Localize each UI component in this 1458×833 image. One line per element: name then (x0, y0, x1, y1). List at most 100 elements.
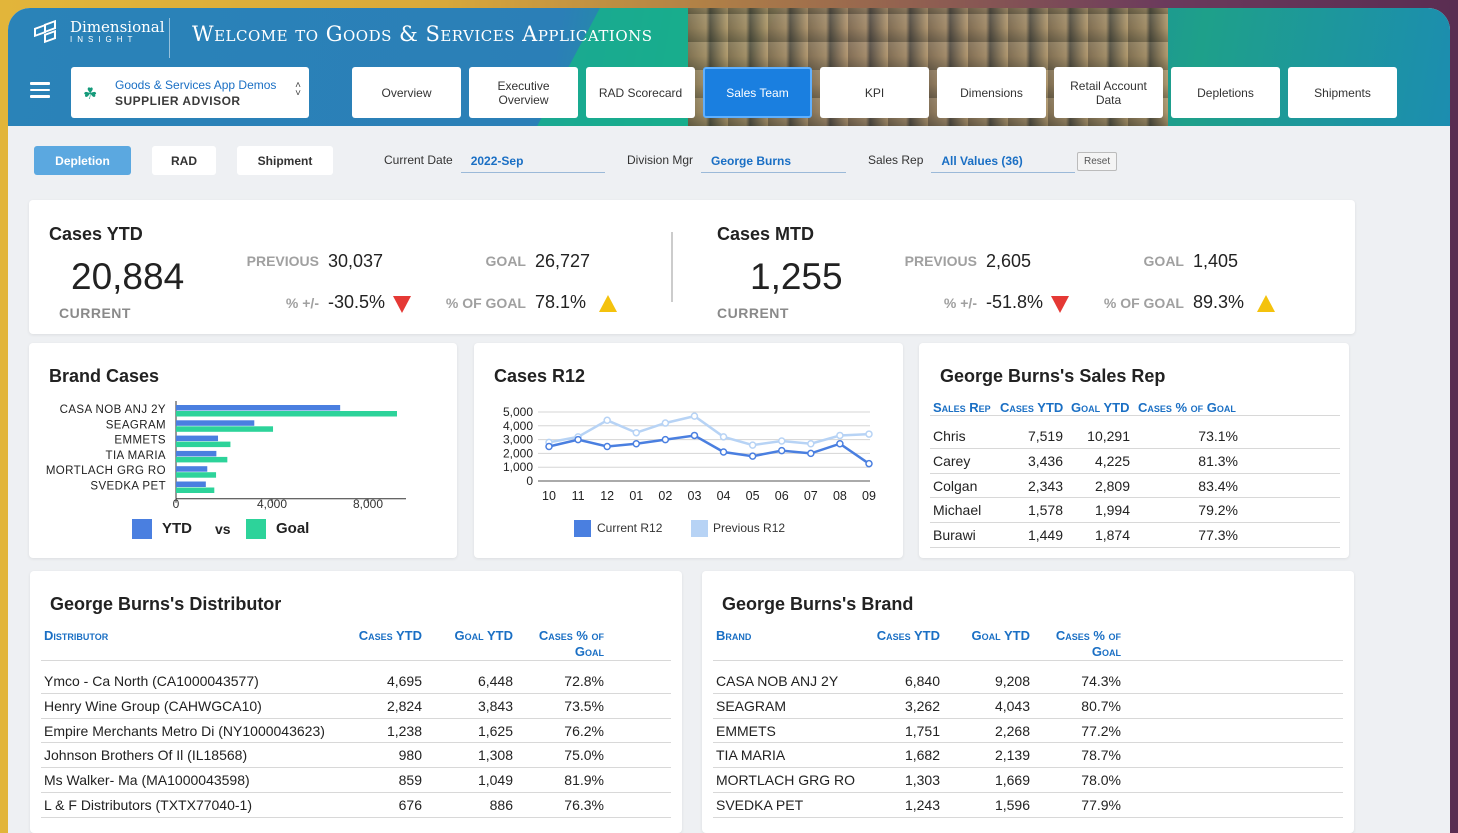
brand-row-cell: 9,208 (994, 673, 1030, 689)
row-divider (930, 472, 1340, 474)
bar-ytd (176, 420, 255, 426)
app-leaf-icon: ☘ (83, 85, 98, 103)
distributor-row-cell[interactable]: Ms Walker- Ma (MA1000043598) (44, 772, 250, 788)
bar-goal (176, 456, 228, 463)
sales-rep-row-cell[interactable]: Chris (933, 428, 966, 444)
series-point-current (748, 452, 757, 460)
x-tick-label: 11 (572, 489, 585, 503)
sales-rep-filter[interactable]: Sales Rep All Values (36) (868, 146, 1076, 174)
logo-icon (34, 19, 62, 44)
ytd-pct-goal-label: % OF GOAL (445, 295, 526, 311)
sales-rep-row-cell[interactable]: Michael (933, 502, 981, 518)
tab-executive-overview[interactable]: Executive Overview (469, 67, 578, 118)
current-date-value[interactable]: 2022-Sep (460, 148, 605, 173)
brand-row-cell[interactable]: TIA MARIA (716, 747, 785, 763)
sales-rep-row-cell[interactable]: Carey (933, 453, 970, 469)
tab-retail-account-data[interactable]: Retail Account Data (1054, 67, 1163, 118)
series-point-previous (661, 419, 670, 427)
brand-row-cell: 78.0% (1081, 772, 1121, 789)
app-selector-app: SUPPLIER ADVISOR (115, 93, 241, 108)
distributor-row-cell[interactable]: Empire Merchants Metro Di (NY1000043623) (44, 723, 325, 739)
table-header-rule (41, 660, 671, 661)
down-arrow-icon (393, 296, 411, 313)
tab-rad-scorecard[interactable]: RAD Scorecard (586, 67, 695, 118)
mtd-previous-label: PREVIOUS (904, 253, 977, 269)
depletion-button[interactable]: Depletion (34, 146, 131, 175)
category-label: MORTLACH GRG RO (46, 465, 166, 477)
distributor-row-cell: 75.0% (564, 747, 604, 764)
rad-button[interactable]: RAD (152, 146, 216, 175)
sales-rep-row-cell[interactable]: Colgan (933, 478, 977, 494)
current-date-label: Current Date (384, 153, 453, 167)
series-point-current (632, 439, 641, 448)
division-mgr-filter[interactable]: Division Mgr George Burns (627, 146, 847, 174)
row-divider (41, 816, 671, 818)
tab-overview[interactable]: Overview (352, 67, 461, 118)
tab-dimensions[interactable]: Dimensions (937, 67, 1046, 118)
col-cases-ytd[interactable]: Cases YTD (842, 628, 940, 643)
col-goal-ytd[interactable]: Goal YTD (942, 628, 1031, 643)
distributor-row-cell: 4,695 (386, 673, 422, 689)
row-divider (713, 767, 1343, 769)
sales-rep-value[interactable]: All Values (36) (931, 148, 1076, 173)
app-selector-group: Goods & Services App Demos (115, 77, 277, 92)
col-goal-suffix: Goal (1091, 644, 1121, 659)
brand-row-cell: 1,682 (904, 747, 940, 764)
series-point-current (865, 459, 873, 468)
tab-depletions[interactable]: Depletions (1171, 67, 1280, 118)
legend-current-swatch (574, 520, 591, 537)
series-point-previous (807, 439, 815, 448)
brand-card: George Burns's Brand Brand Cases YTD Goa… (702, 571, 1354, 833)
brand-row-cell[interactable]: EMMETS (716, 723, 776, 739)
brand-logo: Dimensional INSIGHT (34, 19, 165, 45)
x-tick-label: 05 (746, 489, 760, 503)
brand-row-cell: 2,268 (994, 722, 1030, 739)
sales-rep-row-cell[interactable]: Burawi (933, 527, 976, 543)
brand-row-cell: 1,596 (994, 797, 1030, 813)
series-point-current (545, 442, 553, 451)
current-date-filter[interactable]: Current Date 2022-Sep (384, 146, 605, 174)
shipment-button[interactable]: Shipment (237, 146, 333, 175)
col-cases-pct[interactable]: Cases % of (1027, 628, 1121, 643)
tab-kpi[interactable]: KPI (820, 67, 929, 118)
series-point-previous (690, 412, 699, 420)
col-cases-pct[interactable]: Cases % of (510, 628, 604, 643)
bar-goal (176, 426, 274, 432)
col-goal-ytd[interactable]: Goal YTD (430, 628, 514, 643)
col-goal-ytd[interactable]: Goal YTD (1071, 400, 1130, 415)
col-cases-ytd[interactable]: Cases YTD (330, 628, 422, 643)
col-cases-ytd[interactable]: Cases YTD (1000, 400, 1063, 415)
series-point-previous (865, 430, 873, 438)
distributor-row-cell: 76.3% (564, 797, 604, 813)
tab-shipments[interactable]: Shipments (1288, 67, 1397, 118)
brand-row-cell[interactable]: MORTLACH GRG RO (716, 772, 855, 788)
distributor-row-cell[interactable]: Johnson Brothers Of Il (IL18568) (44, 747, 247, 763)
brand-row-cell[interactable]: SEAGRAM (716, 698, 786, 714)
cases-ytd-title: Cases YTD (49, 224, 143, 244)
row-divider (41, 742, 671, 744)
distributor-row-cell[interactable]: Henry Wine Group (CAHWGCA10) (44, 698, 262, 714)
distributor-row-cell[interactable]: Ymco - Ca North (CA1000043577) (44, 673, 259, 689)
col-sales-rep[interactable]: Sales Rep (933, 400, 991, 415)
brand-row-cell: 4,043 (994, 697, 1030, 714)
brand-row-cell: 77.9% (1081, 797, 1121, 813)
row-divider (930, 522, 1340, 524)
brand-row-cell[interactable]: CASA NOB ANJ 2Y (716, 673, 838, 689)
reset-button[interactable]: Reset (1077, 152, 1118, 171)
tab-sales-team[interactable]: Sales Team (703, 67, 812, 118)
col-distributor[interactable]: Distributor (44, 628, 108, 643)
table-header-rule (713, 660, 1343, 661)
distributor-row-cell[interactable]: L & F Distributors (TXTX77040-1) (44, 797, 252, 813)
brand-row-cell[interactable]: SVEDKA PET (716, 797, 803, 813)
col-cases-pct-goal[interactable]: Cases % of Goal (1138, 400, 1236, 415)
distributor-row-cell: 72.8% (564, 673, 604, 689)
brand-row-cell: 3,262 (904, 697, 940, 714)
cases-r12-chart: 01,0002,0003,0004,0005,000 10 11 12 01 02 03 04… (503, 405, 876, 503)
col-brand[interactable]: Brand (716, 628, 751, 643)
division-mgr-value[interactable]: George Burns (701, 148, 847, 173)
hamburger-menu-icon[interactable] (30, 82, 50, 98)
distributor-row-cell: 6,448 (477, 673, 513, 689)
sales-rep-row-cell: 73.1% (1198, 428, 1238, 444)
row-divider (713, 792, 1343, 793)
app-selector-dropdown[interactable]: ☘ Goods & Services App Demos SUPPLIER AD… (71, 67, 309, 118)
